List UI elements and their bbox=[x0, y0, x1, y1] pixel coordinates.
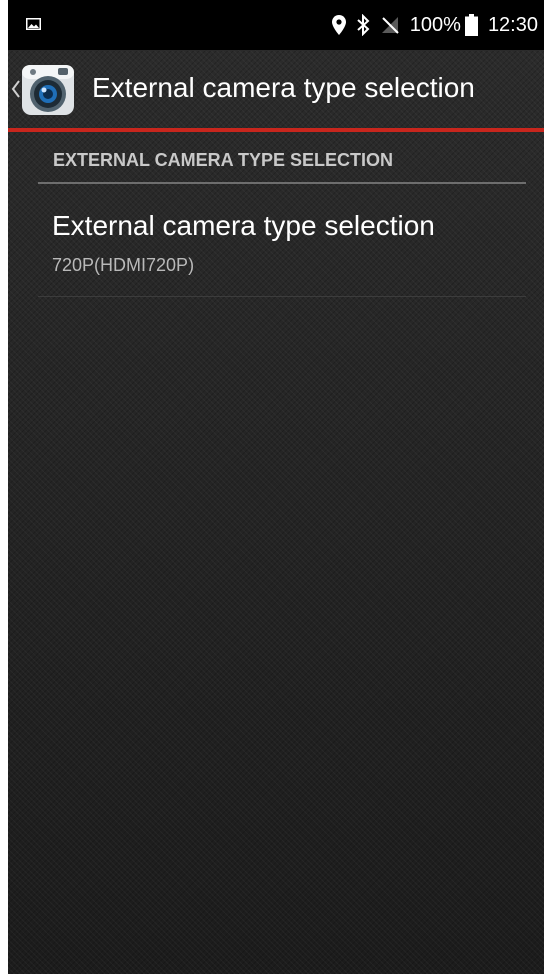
location-icon bbox=[331, 15, 346, 35]
preference-title: External camera type selection bbox=[52, 210, 435, 241]
battery-percent: 100% bbox=[409, 13, 461, 36]
camera-app-icon[interactable] bbox=[20, 61, 76, 117]
preference-summary: 720P(HDMI720P) bbox=[52, 255, 195, 275]
action-bar-divider bbox=[8, 128, 544, 132]
page-title: External camera type selection bbox=[92, 72, 475, 103]
screen: 100% 12:30 External camera type selectio… bbox=[8, 0, 544, 974]
battery-group: 100% bbox=[410, 14, 478, 37]
bluetooth-icon bbox=[357, 14, 370, 36]
status-bar: 100% 12:30 bbox=[8, 0, 544, 50]
status-icons: 100% 12:30 bbox=[331, 0, 538, 50]
preference-divider bbox=[38, 296, 526, 297]
gallery-icon bbox=[26, 18, 41, 30]
no-signal-icon bbox=[381, 17, 399, 34]
preference-camera-type[interactable]: External camera type selection 720P(HDMI… bbox=[38, 196, 526, 296]
category-header: EXTERNAL CAMERA TYPE SELECTION bbox=[53, 150, 394, 170]
clock: 12:30 bbox=[487, 13, 538, 36]
action-bar[interactable]: External camera type selection bbox=[8, 50, 544, 128]
category-divider bbox=[38, 182, 526, 184]
battery-icon bbox=[464, 14, 478, 36]
